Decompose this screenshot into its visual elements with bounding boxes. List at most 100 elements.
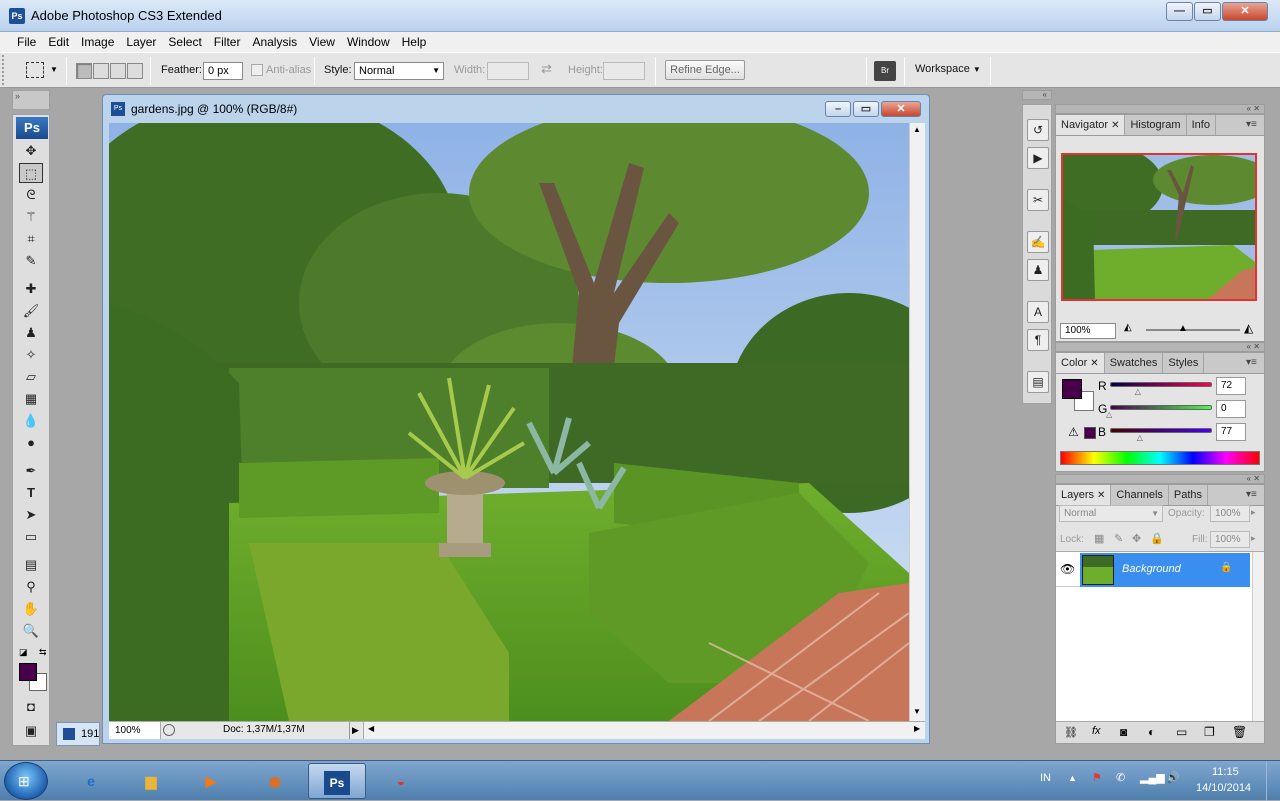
minimize-button[interactable]: — (1166, 2, 1193, 21)
refine-edge-button[interactable]: Refine Edge... (665, 60, 745, 80)
doc-close-button[interactable]: ✕ (881, 101, 921, 117)
lasso-tool-icon[interactable]: ᘓ (19, 185, 43, 205)
height-input[interactable] (603, 62, 645, 80)
show-desktop-button[interactable] (1266, 761, 1280, 801)
tab-info[interactable]: Info (1187, 115, 1216, 135)
layer-name[interactable]: Background (1122, 563, 1181, 575)
panel-group-header[interactable]: « ✕ (1055, 474, 1265, 484)
scroll-right-icon[interactable]: ▶ (914, 724, 920, 733)
gamut-swatch[interactable] (1084, 427, 1096, 439)
color-spectrum-ramp[interactable] (1060, 451, 1260, 465)
blend-mode-select[interactable]: Normal ▼ (1059, 505, 1163, 522)
panel-group-header[interactable]: « ✕ (1055, 104, 1265, 114)
clone-stamp-tool-icon[interactable]: ♟ (19, 323, 43, 343)
image-canvas[interactable] (109, 123, 909, 721)
blue-slider-thumb-icon[interactable]: △ (1137, 433, 1143, 442)
tab-swatches[interactable]: Swatches (1105, 353, 1164, 373)
new-layer-icon[interactable]: ❐ (1204, 725, 1215, 739)
fill-input[interactable]: 100% (1210, 531, 1250, 548)
swap-colors-icon[interactable]: ⇆ (39, 647, 47, 658)
close-icon[interactable]: ✕ (1090, 358, 1098, 369)
volume-icon[interactable]: 🔊 (1166, 771, 1180, 784)
clock-date[interactable]: 14/10/2014 (1196, 782, 1251, 794)
red-slider[interactable] (1110, 382, 1212, 387)
actions-panel-icon[interactable]: ▶ (1027, 147, 1049, 169)
close-icon[interactable]: ✕ (1111, 120, 1119, 131)
photoshop-taskbar-button[interactable]: Ps (308, 763, 366, 799)
subtract-selection-icon[interactable] (110, 63, 126, 79)
signal-icon[interactable]: ▂▄▆ (1140, 771, 1165, 784)
minimized-document[interactable]: 191 (56, 722, 100, 746)
green-slider-thumb-icon[interactable]: △ (1106, 410, 1112, 419)
green-slider[interactable] (1110, 405, 1212, 410)
rectangular-marquee-tool-icon[interactable]: ⬚ (19, 163, 43, 183)
eyedropper-tool-icon[interactable]: ⚲ (19, 577, 43, 597)
horizontal-scrollbar[interactable]: ◀ ▶ (363, 722, 925, 739)
delete-layer-icon[interactable]: 🗑 (1232, 725, 1247, 739)
history-panel-icon[interactable]: ↺ (1027, 119, 1049, 141)
lock-all-icon[interactable]: 🔒 (1150, 532, 1164, 545)
opacity-input[interactable]: 100% (1210, 505, 1250, 522)
brushes-panel-icon[interactable]: ✍ (1027, 231, 1049, 253)
color-panel-foreground-swatch[interactable] (1062, 379, 1082, 399)
start-button[interactable]: ⊞ (4, 762, 48, 800)
zoom-level[interactable]: 100% (109, 722, 161, 739)
dock-header[interactable]: « (1022, 90, 1052, 100)
zoom-tool-icon[interactable]: 🔍 (19, 621, 43, 641)
screen-mode-icon[interactable]: ▣ (19, 721, 43, 741)
path-selection-tool-icon[interactable]: ➤ (19, 505, 43, 525)
tab-color[interactable]: Color ✕ (1056, 353, 1105, 373)
antialias-checkbox[interactable] (251, 64, 263, 76)
notes-tool-icon[interactable]: ▤ (19, 555, 43, 575)
layers-scrollbar[interactable] (1252, 552, 1264, 722)
tab-styles[interactable]: Styles (1163, 353, 1205, 373)
red-value-input[interactable]: 72 (1216, 377, 1246, 395)
hand-tool-icon[interactable]: ✋ (19, 599, 43, 619)
vertical-scrollbar[interactable]: ▲ ▼ (909, 123, 925, 721)
menu-window[interactable]: Window (341, 32, 396, 52)
style-select[interactable]: Normal ▼ (354, 62, 444, 80)
shape-tool-icon[interactable]: ▭ (19, 527, 43, 547)
menu-select[interactable]: Select (162, 32, 207, 52)
app-taskbar-icon[interactable]: ◒ (372, 763, 430, 799)
media-player-taskbar-icon[interactable]: ▶ (182, 763, 240, 799)
menu-help[interactable]: Help (396, 32, 433, 52)
navigator-zoom-input[interactable]: 100% (1060, 323, 1116, 339)
dodge-tool-icon[interactable]: ● (19, 433, 43, 453)
panel-group-header[interactable]: « ✕ (1055, 342, 1265, 352)
toolbox-header[interactable]: » (12, 90, 50, 110)
tab-channels[interactable]: Channels (1111, 485, 1169, 505)
status-arrow-icon[interactable]: ▶ (349, 722, 361, 739)
tray-expand-icon[interactable]: ▲ (1068, 773, 1077, 783)
opacity-arrow-icon[interactable]: ▸ (1251, 507, 1256, 518)
feather-input[interactable]: 0 px (203, 62, 243, 80)
tool-presets-icon[interactable]: ✂ (1027, 189, 1049, 211)
clock-time[interactable]: 11:15 (1212, 766, 1239, 778)
tab-paths[interactable]: Paths (1169, 485, 1209, 505)
maximize-button[interactable]: ▭ (1194, 2, 1221, 21)
move-tool-icon[interactable]: ✥ (19, 141, 43, 161)
doc-maximize-button[interactable]: ▭ (853, 101, 879, 117)
pen-tool-icon[interactable]: ✒ (19, 461, 43, 481)
layer-visibility-eye-icon[interactable]: 👁 (1060, 562, 1075, 576)
layer-row[interactable]: 👁 Background 🔒 (1056, 553, 1250, 587)
panel-menu-icon[interactable]: ▾≡ (1246, 489, 1257, 500)
bridge-icon[interactable]: Br (874, 61, 896, 81)
action-center-icon[interactable]: ⚑ (1092, 771, 1102, 784)
default-colors-icon[interactable]: ◪ (19, 647, 28, 658)
intersect-selection-icon[interactable] (127, 63, 143, 79)
green-value-input[interactable]: 0 (1216, 400, 1246, 418)
scroll-down-icon[interactable]: ▼ (913, 707, 921, 716)
red-slider-thumb-icon[interactable]: △ (1135, 387, 1141, 396)
tab-layers[interactable]: Layers ✕ (1056, 485, 1112, 505)
paragraph-panel-icon[interactable]: ¶ (1027, 329, 1049, 351)
new-selection-icon[interactable] (76, 63, 92, 79)
panel-menu-icon[interactable]: ▾≡ (1246, 119, 1257, 130)
history-brush-tool-icon[interactable]: ✧ (19, 345, 43, 365)
clone-source-icon[interactable]: ♟ (1027, 259, 1049, 281)
rect-marquee-preset-icon[interactable] (26, 62, 44, 78)
navigator-thumbnail[interactable] (1061, 153, 1257, 301)
zoom-in-icon[interactable]: ◭ (1244, 321, 1253, 335)
crop-tool-icon[interactable]: ⌗ (19, 229, 43, 249)
layer-mask-icon[interactable]: ◙ (1120, 725, 1127, 739)
